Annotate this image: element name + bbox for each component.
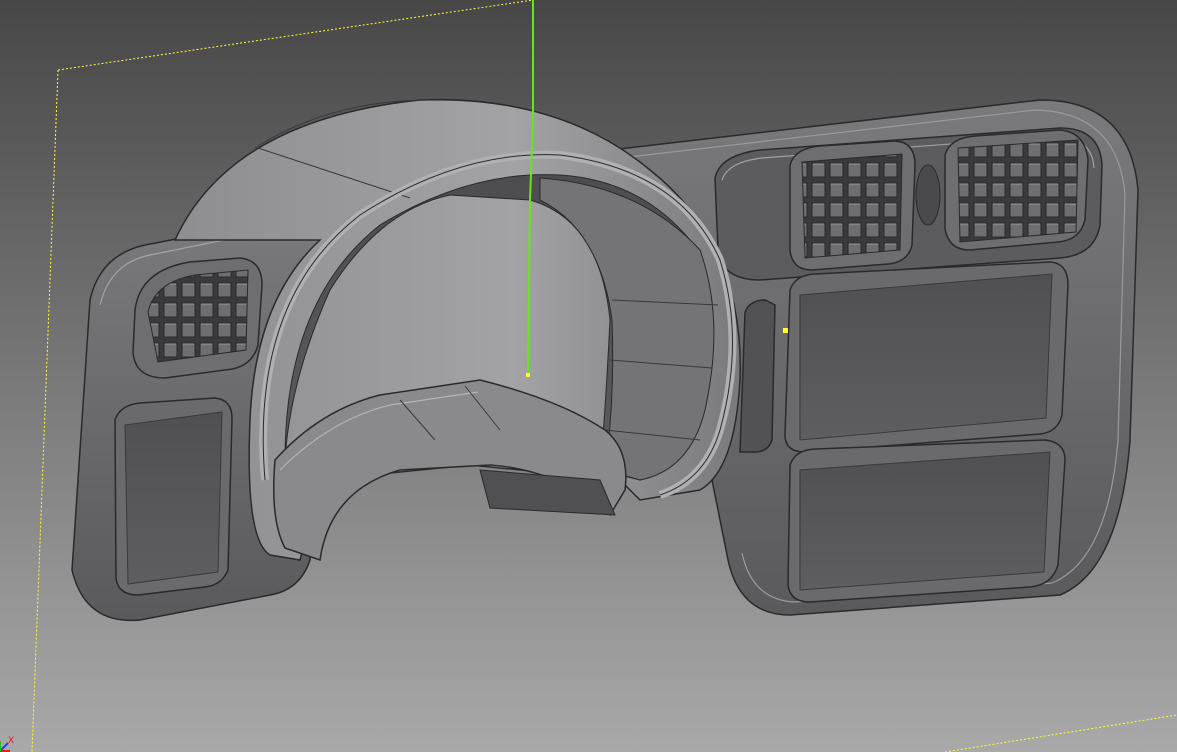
sketch-endpoint (526, 373, 530, 377)
center-lower-pocket[interactable] (787, 439, 1066, 603)
center-upper-pocket[interactable] (784, 261, 1069, 453)
triad-axis-label: X (8, 736, 15, 746)
3d-viewport[interactable] (0, 0, 1177, 752)
center-air-vent-left[interactable] (789, 140, 916, 271)
work-point[interactable] (783, 328, 788, 333)
left-lower-pocket[interactable] (114, 397, 233, 596)
center-side-slot (739, 299, 776, 453)
